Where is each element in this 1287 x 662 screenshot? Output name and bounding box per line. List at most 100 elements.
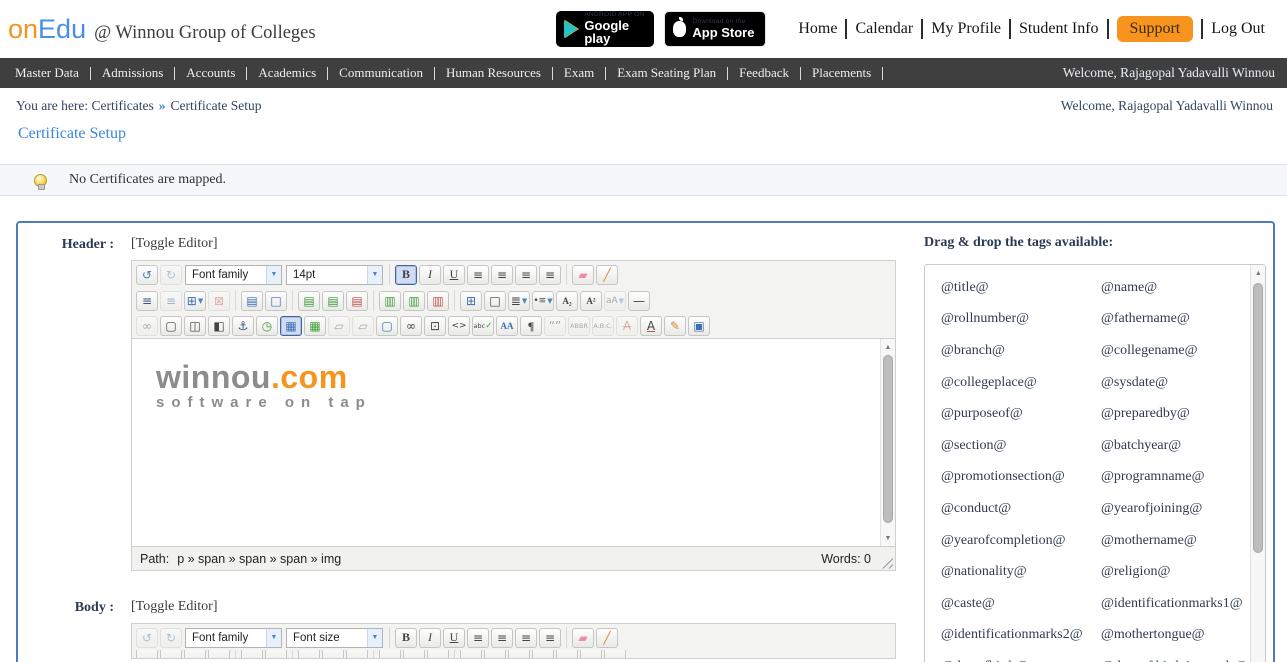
eraser-button[interactable]: ▰: [572, 265, 594, 285]
blockquote-button[interactable]: “”: [544, 316, 566, 336]
cell-properties-button[interactable]: □: [265, 291, 287, 311]
tag-preparedby[interactable]: @preparedby@: [1101, 406, 1247, 422]
edit-attributes-button[interactable]: ✎: [664, 316, 686, 336]
toolbar-button[interactable]: [298, 650, 320, 658]
toolbar-button[interactable]: [208, 650, 230, 658]
menu-accounts[interactable]: Accounts: [175, 65, 246, 81]
scrollbar-thumb[interactable]: [883, 355, 893, 523]
anchor-button[interactable]: ⚓: [232, 316, 254, 336]
toolbar-button[interactable]: [379, 650, 401, 658]
page-properties-button[interactable]: ▣: [688, 316, 710, 336]
bullet-list-button[interactable]: •≡▼: [532, 291, 554, 311]
toolbar-button[interactable]: [532, 650, 554, 658]
italic-button[interactable]: I: [419, 265, 441, 285]
tag-promotionsection[interactable]: @promotionsection@: [941, 469, 1101, 485]
subscript-button[interactable]: A₂: [556, 291, 578, 311]
outdent-button[interactable]: ≡: [160, 291, 182, 311]
insert-column-after-button[interactable]: ▥: [403, 291, 425, 311]
select-all-button[interactable]: ▢: [160, 316, 182, 336]
insert-time-button[interactable]: ◷: [256, 316, 278, 336]
layout-vertical-button[interactable]: ◧: [208, 316, 230, 336]
header-toggle-editor-link[interactable]: [Toggle Editor]: [131, 236, 218, 252]
form-button-button[interactable]: ⊡: [424, 316, 446, 336]
eraser-button[interactable]: ▰: [572, 628, 594, 648]
font-size-select[interactable]: 14pt▼: [286, 265, 383, 285]
insert-table-button[interactable]: ⊞: [460, 291, 482, 311]
align-left-button[interactable]: ≡: [515, 265, 537, 285]
menu-master-data[interactable]: Master Data: [4, 65, 90, 81]
toolbar-button[interactable]: [427, 650, 449, 658]
undo-button[interactable]: ↺: [136, 265, 158, 285]
tag-identificationmarks2[interactable]: @identificationmarks2@: [941, 627, 1101, 643]
scroll-down-icon[interactable]: ▼: [881, 531, 895, 545]
undo-button[interactable]: ↺: [136, 628, 158, 648]
abbreviation-button[interactable]: ABBR: [568, 316, 590, 336]
font-size-select[interactable]: Font size▼: [286, 628, 383, 648]
tag-programname[interactable]: @programname@: [1101, 469, 1247, 485]
nav-home[interactable]: Home: [790, 20, 845, 38]
font-family-select[interactable]: Font family▼: [185, 265, 282, 285]
scrollbar-thumb[interactable]: [1253, 283, 1263, 553]
tag-yearofcompletion[interactable]: @yearofcompletion@: [941, 533, 1101, 549]
toolbar-button[interactable]: [322, 650, 344, 658]
superscript-button[interactable]: A²: [580, 291, 602, 311]
tag-religion[interactable]: @religion@: [1101, 564, 1247, 580]
toolbar-button[interactable]: [184, 650, 206, 658]
redo-button[interactable]: ↻: [160, 265, 182, 285]
insert-image-button[interactable]: ▦: [280, 316, 302, 336]
scroll-up-icon[interactable]: ▲: [1251, 266, 1265, 280]
editor-vertical-scrollbar[interactable]: ▲ ▼: [880, 339, 895, 546]
insert-ins-button[interactable]: A: [640, 316, 662, 336]
menu-admissions[interactable]: Admissions: [91, 65, 174, 81]
body-toggle-editor-link[interactable]: [Toggle Editor]: [131, 599, 218, 615]
delete-column-button[interactable]: ▥: [427, 291, 449, 311]
object-border-button[interactable]: ▢: [376, 316, 398, 336]
toolbar-button[interactable]: [403, 650, 425, 658]
nav-calendar[interactable]: Calendar: [847, 20, 921, 38]
bold-button[interactable]: B: [395, 265, 417, 285]
google-play-badge[interactable]: ANDROID APP ON Google play: [556, 11, 654, 47]
header-editor-content[interactable]: winnou.com software on tap ▲ ▼: [132, 338, 895, 546]
tag-collegeplace[interactable]: @collegeplace@: [941, 375, 1101, 391]
toolbar-button[interactable]: [160, 650, 182, 658]
layout-horizontal-button[interactable]: ◫: [184, 316, 206, 336]
toolbar-button[interactable]: [460, 650, 482, 658]
italic-button[interactable]: I: [419, 628, 441, 648]
redo-button[interactable]: ↻: [160, 628, 182, 648]
nav-student-info[interactable]: Student Info: [1011, 20, 1107, 38]
toolbar-button[interactable]: [265, 650, 287, 658]
spellcheck-button[interactable]: abc✓: [472, 316, 494, 336]
winnou-logo-image[interactable]: winnou.com software on tap: [156, 359, 372, 411]
nav-log-out[interactable]: Log Out: [1203, 20, 1273, 38]
embed-button[interactable]: ▱: [352, 316, 374, 336]
tag-batchyear[interactable]: @batchyear@: [1101, 438, 1247, 454]
toolbar-button[interactable]: [556, 650, 578, 658]
tag-identificationmarks1[interactable]: @identificationmarks1@: [1101, 596, 1247, 612]
align-center-button[interactable]: ≡: [491, 628, 513, 648]
insert-link-button[interactable]: ∞: [400, 316, 422, 336]
toolbar-button[interactable]: [241, 650, 263, 658]
menu-exam[interactable]: Exam: [553, 65, 605, 81]
toolbar-button[interactable]: [604, 650, 626, 658]
paragraph-button[interactable]: ¶: [520, 316, 542, 336]
tag-mothername[interactable]: @mothername@: [1101, 533, 1247, 549]
tag-sysdate[interactable]: @sysdate@: [1101, 375, 1247, 391]
underline-button[interactable]: U: [443, 628, 465, 648]
toolbar-button[interactable]: [508, 650, 530, 658]
insert-row-after-button[interactable]: ▤: [322, 291, 344, 311]
indent-button[interactable]: ≡: [136, 291, 158, 311]
scroll-up-icon[interactable]: ▲: [881, 340, 895, 354]
align-justify-button[interactable]: ≡: [467, 265, 489, 285]
ordered-list-button[interactable]: ≣▼: [508, 291, 530, 311]
align-right-button[interactable]: ≡: [539, 628, 561, 648]
clean-formatting-button[interactable]: ╱: [596, 265, 618, 285]
horizontal-rule-button[interactable]: —: [628, 291, 650, 311]
table-properties-button[interactable]: ⊞▼: [184, 291, 206, 311]
toolbar-button[interactable]: [580, 650, 602, 658]
tag-collegename[interactable]: @collegename@: [1101, 343, 1247, 359]
nav-my-profile[interactable]: My Profile: [923, 20, 1009, 38]
media-button[interactable]: ▱: [328, 316, 350, 336]
tag-rollnumber[interactable]: @rollnumber@: [941, 311, 1101, 327]
tag-title[interactable]: @title@: [941, 280, 1101, 296]
menu-academics[interactable]: Academics: [247, 65, 327, 81]
